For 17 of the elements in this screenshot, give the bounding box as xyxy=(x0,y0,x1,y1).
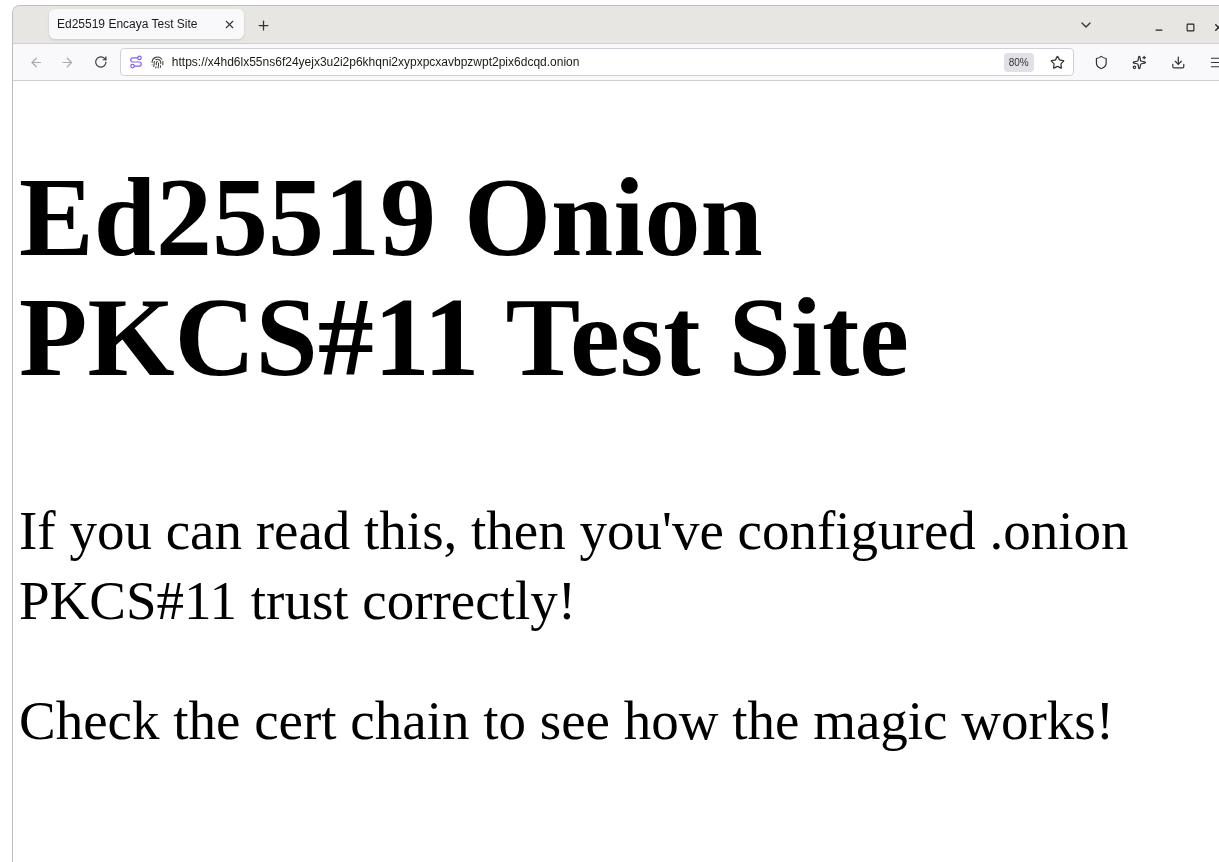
zoom-level[interactable]: 80% xyxy=(1003,52,1034,72)
download-icon[interactable] xyxy=(1170,54,1186,70)
bookmark-star-icon[interactable] xyxy=(1049,54,1065,70)
broom-icon[interactable] xyxy=(1132,54,1147,70)
paragraph: If you can read this, then you've configured .onion PKCS#11 trust correctly! xyxy=(19,499,1130,633)
maximize-icon[interactable] xyxy=(1186,23,1195,32)
new-tab-icon[interactable] xyxy=(256,18,271,33)
paragraph: Check the cert chain to see how the magic works! xyxy=(19,689,1116,753)
reload-icon[interactable] xyxy=(94,55,108,69)
url-text: https://x4hd6lx55ns6f24yejx3u2i2p6khqni2xypxpcxavbpzwpt2pix6dcqd.onion xyxy=(171,54,581,71)
shield-icon[interactable] xyxy=(1093,54,1109,70)
page-heading: Ed25519 Onion PKCS#11 Test Site xyxy=(19,157,910,397)
lock-icon[interactable] xyxy=(150,55,164,69)
address-field[interactable]: https://x4hd6lx55ns6f24yejx3u2i2p6khqni2xypxpcxavbpzwpt2pix6dcqd.onion 80% xyxy=(119,48,1074,76)
route-icon[interactable] xyxy=(128,55,143,69)
tab-title: Ed25519 Encaya Test Site xyxy=(57,16,199,33)
browser-tab[interactable]: Ed25519 Encaya Test Site xyxy=(49,9,244,39)
